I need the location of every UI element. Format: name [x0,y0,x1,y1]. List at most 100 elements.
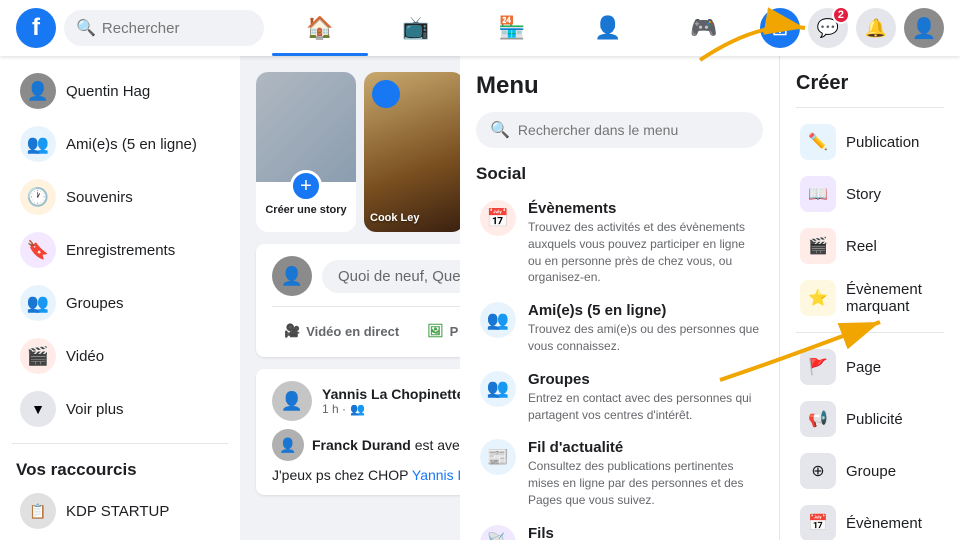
compose-avatar: 👤 [272,256,312,296]
star-icon: ⭐ [800,280,836,316]
nav-home[interactable]: 🏠 [272,4,368,52]
sidebar-item-voir-plus[interactable]: ▼ Voir plus [8,383,232,435]
create-title: Créer [796,72,944,95]
create-item-publication[interactable]: ✏️ Publication [796,116,944,168]
sidebar-item-amis[interactable]: 👥 Ami(e)s (5 en ligne) [8,118,232,170]
grid-button[interactable]: ⊞ [760,8,800,48]
header-nav: 🏠 📺 🏪 👤 🎮 [272,4,752,52]
menu-item-title-fils: Fils [528,525,759,540]
photo-icon: 🖼 [427,323,444,339]
menu-item-evenements[interactable]: 📅 Évènements Trouvez des activités et de… [476,192,763,294]
shortcuts-title: Vos raccourcis [0,452,240,484]
groupes-icon: 👥 [20,285,56,321]
create-label-groupe: Groupe [846,463,896,480]
create-item-story[interactable]: 📖 Story [796,168,944,220]
fils-icon: 📡 [480,525,516,540]
header-left: f 🔍 [16,8,264,48]
story-img-top [256,72,356,182]
create-item-evenement-marquant[interactable]: ⭐ Évènement marquant [796,272,944,324]
sidebar-label-enregistrements: Enregistrements [66,242,175,259]
page-icon: 🚩 [800,349,836,385]
create-item-publicite[interactable]: 📢 Publicité [796,393,944,445]
create-label-evenement-marquant: Évènement marquant [846,281,940,315]
create-label-evenement: Évènement [846,515,922,532]
sidebar-label-kdp: KDP STARTUP [66,503,169,520]
menu-search[interactable]: 🔍 [476,112,763,148]
nav-profile[interactable]: 👤 [560,4,656,52]
search-input[interactable] [102,20,252,37]
story-label-cook: Cook Ley [370,212,458,224]
reel-icon: 🎬 [800,228,836,264]
header-right: ⊞ 💬 2 🔔 👤 [760,8,944,48]
evenements-icon: 📅 [480,200,516,236]
publicite-icon: 📢 [800,401,836,437]
story-avatar-cook [372,80,400,108]
profile-nav-icon: 👤 [594,15,621,41]
marketplace-icon: 🏪 [498,15,525,41]
sidebar-item-souvenirs[interactable]: 🕐 Souvenirs [8,171,232,223]
menu-item-fil[interactable]: 📰 Fil d'actualité Consultez des publicat… [476,431,763,516]
compose-video-action[interactable]: 🎥 Vidéo en direct [272,317,411,345]
messenger-button[interactable]: 💬 2 [808,8,848,48]
sidebar-label-souvenirs: Souvenirs [66,189,133,206]
sidebar-item-quentin[interactable]: 👤 Quentin Hag [8,65,232,117]
sidebar-item-groupes[interactable]: 👥 Groupes [8,277,232,329]
groupe-icon: ⊕ [800,453,836,489]
amis-icon: 👥 [20,126,56,162]
create-panel: Créer ✏️ Publication 📖 Story 🎬 Reel ⭐ Év… [780,56,960,540]
menu-panel: Menu 🔍 Social 📅 Évènements Trouvez des a… [460,56,780,540]
create-item-reel[interactable]: 🎬 Reel [796,220,944,272]
user-avatar[interactable]: 👤 [904,8,944,48]
amis-menu-icon: 👥 [480,302,516,338]
groupes-menu-icon: 👥 [480,371,516,407]
sidebar-label-quentin: Quentin Hag [66,83,150,100]
search-bar[interactable]: 🔍 [64,10,264,46]
header: f 🔍 🏠 📺 🏪 👤 🎮 ⊞ 💬 2 🔔 👤 [0,0,960,56]
menu-item-desc-evenements: Trouvez des activités et des évènements … [528,219,759,286]
gaming-icon: 🎮 [690,15,717,41]
menu-item-groupes[interactable]: 👥 Groupes Entrez en contact avec des per… [476,363,763,432]
post-privacy: 👥 [350,402,365,416]
compose-video-label: Vidéo en direct [306,324,399,339]
create-label-page: Page [846,359,881,376]
create-item-page[interactable]: 🚩 Page [796,341,944,393]
nav-video[interactable]: 📺 [368,4,464,52]
story-bottom: + Créer une story [256,182,356,220]
notifications-button[interactable]: 🔔 [856,8,896,48]
menu-search-input[interactable] [518,122,749,138]
sidebar-item-enregistrements[interactable]: 🔖 Enregistrements [8,224,232,276]
create-divider-1 [796,107,944,108]
create-item-evenement[interactable]: 📅 Évènement [796,497,944,540]
enregistrements-icon: 🔖 [20,232,56,268]
create-item-groupe[interactable]: ⊕ Groupe [796,445,944,497]
menu-item-title-fil: Fil d'actualité [528,439,759,456]
bell-icon: 🔔 [865,18,887,39]
menu-item-title-amis: Ami(e)s (5 en ligne) [528,302,759,319]
kdp-icon: 📋 [20,493,56,529]
franck-avatar: 👤 [272,429,304,461]
menu-item-fils[interactable]: 📡 Fils Découvrez les publications les pl… [476,517,763,540]
sidebar-item-kdp[interactable]: 📋 KDP STARTUP [8,485,232,537]
chevron-down-icon: ▼ [20,391,56,427]
facebook-logo[interactable]: f [16,8,56,48]
create-label-story: Story [846,186,881,203]
create-label-publicite: Publicité [846,411,903,428]
sidebar-item-video[interactable]: 🎬 Vidéo [8,330,232,382]
menu-item-text-amis: Ami(e)s (5 en ligne) Trouvez des ami(e)s… [528,302,759,355]
compose-photo-label: P [450,324,459,339]
menu-item-amis[interactable]: 👥 Ami(e)s (5 en ligne) Trouvez des ami(e… [476,294,763,363]
menu-social-title: Social [476,164,763,184]
create-story-btn[interactable]: + [290,170,322,202]
story-create-card[interactable]: + Créer une story [256,72,356,232]
nav-gaming[interactable]: 🎮 [656,4,752,52]
menu-item-title-groupes: Groupes [528,371,759,388]
quentin-avatar: 👤 [20,73,56,109]
menu-search-icon: 🔍 [490,120,510,140]
menu-item-desc-amis: Trouvez des ami(e)s ou des personnes que… [528,321,759,355]
nav-marketplace[interactable]: 🏪 [464,4,560,52]
sidebar-label-amis: Ami(e)s (5 en ligne) [66,136,197,153]
story-card-cook[interactable]: Cook Ley [364,72,464,232]
menu-item-text-fils: Fils Découvrez les publications les plus… [528,525,759,540]
menu-item-title-evenements: Évènements [528,200,759,217]
create-divider-2 [796,332,944,333]
